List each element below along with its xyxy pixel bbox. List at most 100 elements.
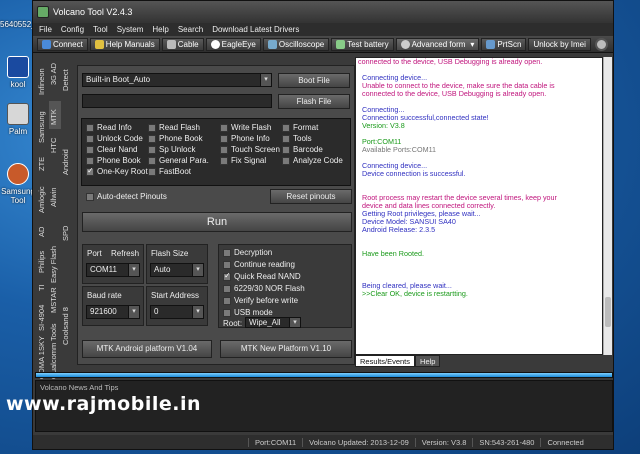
tab-android[interactable]: Android [61, 141, 73, 177]
tab-htc[interactable]: HTC [49, 133, 61, 155]
log-line [356, 178, 602, 186]
opt-verify-before-write[interactable]: Verify before write [223, 296, 298, 305]
tab-ti[interactable]: TI [37, 279, 49, 293]
port-select[interactable]: COM11 ▾ [86, 263, 140, 277]
opt-quick-read-nand[interactable]: Quick Read NAND [223, 271, 301, 281]
menu-file[interactable]: File [39, 25, 52, 34]
log-tabs: Results/Events Help [355, 355, 441, 367]
prtscn-button[interactable]: PrtScn [481, 37, 527, 51]
boot-file-button[interactable]: Boot File [278, 73, 350, 88]
cable-button[interactable]: Cable [161, 37, 204, 51]
checkbox [282, 134, 290, 143]
autodetect-pinouts-checkbox[interactable]: Auto-detect Pinouts [86, 192, 167, 201]
checkbox [282, 145, 290, 154]
opt-fastboot[interactable]: FastBoot [148, 167, 191, 176]
opt-decryption[interactable]: Decryption [223, 248, 272, 257]
opt-nor-flash[interactable]: 6229/30 NOR Flash [223, 284, 305, 293]
tab-easy-flash[interactable]: Easy Flash [49, 245, 61, 285]
tab-mstar[interactable]: MSTAR [49, 287, 61, 315]
refresh-link[interactable]: Refresh [111, 249, 139, 258]
checkbox [220, 134, 228, 143]
advanced-form-button[interactable]: Advanced form ▾ [395, 37, 480, 51]
oscilloscope-button[interactable]: Oscilloscope [262, 37, 330, 51]
menu-download-drivers[interactable]: Download Latest Drivers [212, 25, 299, 34]
checkbox [223, 308, 231, 317]
unlock-by-imei-button[interactable]: Unlock by Imei [528, 37, 591, 51]
opt-sp-unlock[interactable]: Sp Unlock [148, 145, 195, 154]
opt-continue-reading[interactable]: Continue reading [223, 260, 295, 269]
menu-help[interactable]: Help [152, 25, 168, 34]
tab-mtk[interactable]: MTK [49, 101, 61, 129]
help-manuals-button[interactable]: Help Manuals [89, 37, 160, 51]
desktop-icon-samsung-tool[interactable]: Samsung Tool [0, 163, 36, 205]
log-line [356, 234, 602, 242]
flash-size-select[interactable]: Auto ▾ [150, 263, 204, 277]
scroll-thumb[interactable] [605, 297, 611, 327]
checkbox [223, 296, 231, 305]
log-scrollbar[interactable] [603, 57, 612, 355]
tab-detect[interactable]: Detect [61, 57, 73, 93]
opt-tools[interactable]: Tools [282, 134, 312, 143]
baud-select[interactable]: 921600 ▾ [86, 305, 140, 319]
log-output: connected to the device, USB Debugging i… [355, 57, 603, 355]
tab-spd[interactable]: SPD [61, 221, 73, 243]
progress-bar [35, 372, 613, 378]
menu-tool[interactable]: Tool [93, 25, 108, 34]
tab-3g-ad[interactable]: 3G AD [49, 57, 61, 87]
run-button[interactable]: Run [82, 212, 352, 232]
menu-search[interactable]: Search [178, 25, 203, 34]
opt-one-key-root[interactable]: One-Key Root [86, 166, 148, 176]
desktop-icon-palm[interactable]: Palm [0, 103, 36, 136]
connect-button[interactable]: Connect [37, 37, 88, 51]
tab-tools[interactable]: Tools [49, 319, 61, 343]
settings-gear-icon[interactable] [594, 37, 608, 51]
chevron-down-icon: ▾ [128, 306, 139, 318]
opt-read-info[interactable]: Read Info [86, 123, 132, 132]
tab-samsung[interactable]: Samsung [37, 101, 49, 145]
opt-write-flash[interactable]: Write Flash [220, 123, 271, 132]
opt-unlock-code[interactable]: Unlock Code [86, 134, 143, 143]
opt-phone-book[interactable]: Phone Book [148, 134, 203, 143]
eagleeye-button[interactable]: EagleEye [205, 37, 261, 51]
tab-zte[interactable]: ZTE [37, 149, 49, 173]
menu-system[interactable]: System [117, 25, 144, 34]
tab-infineon[interactable]: Infineon [37, 57, 49, 97]
samsung-tool-icon [7, 163, 29, 185]
tab-results-events[interactable]: Results/Events [355, 355, 416, 367]
opt-general-para[interactable]: General Para. [148, 156, 209, 165]
opt-phone-info[interactable]: Phone Info [220, 134, 270, 143]
test-battery-button[interactable]: Test battery [331, 37, 394, 51]
flash-file-button[interactable]: Flash File [278, 94, 350, 109]
opt-barcode[interactable]: Barcode [282, 145, 323, 154]
opt-analyze-code[interactable]: Analyze Code [282, 156, 343, 165]
opt-fix-signal[interactable]: Fix Signal [220, 156, 266, 165]
desktop-icon-kool[interactable]: kool [0, 56, 36, 89]
root-select[interactable]: Wipe_All ▾ [245, 317, 301, 328]
title-bar: Volcano Tool V2.4.3 [33, 1, 613, 23]
log-line: Available Ports:COM11 [362, 145, 437, 154]
start-address-select[interactable]: 0 ▾ [150, 305, 204, 319]
tab-philips[interactable]: Philips [37, 245, 49, 275]
opt-usb-mode[interactable]: USB mode [223, 308, 273, 317]
opt-phone-book-2[interactable]: Phone Book [86, 156, 141, 165]
menu-config[interactable]: Config [61, 25, 84, 34]
mtk-android-platform-button[interactable]: MTK Android platform V1.04 [82, 340, 212, 358]
chevron-down-icon: ▾ [192, 264, 203, 276]
status-bar: Port:COM11 Volcano Updated: 2013-12-09 V… [33, 435, 613, 449]
tab-amlogic[interactable]: Amlogic [37, 179, 49, 215]
opt-read-flash[interactable]: Read Flash [148, 123, 200, 132]
opt-clear-nand[interactable]: Clear Nand [86, 145, 137, 154]
mtk-new-platform-button[interactable]: MTK New Platform V1.10 [220, 340, 352, 358]
chevron-down-icon: ▾ [470, 39, 475, 49]
tab-si4904[interactable]: SI-4904 [37, 297, 49, 333]
reset-pinouts-button[interactable]: Reset pinouts [270, 189, 352, 204]
tab-ad[interactable]: AD [37, 219, 49, 239]
opt-touch-screen[interactable]: Touch Screen [220, 145, 280, 154]
tab-help[interactable]: Help [415, 355, 441, 367]
tab-allwin[interactable]: Allwin [49, 179, 61, 209]
flash-file-input[interactable] [82, 94, 272, 108]
opt-format[interactable]: Format [282, 123, 318, 132]
tab-coolsand[interactable]: Coolsand 8 [61, 303, 73, 347]
boot-select[interactable]: Built-in Boot_Auto ▾ [82, 73, 272, 87]
checkbox [220, 145, 228, 154]
